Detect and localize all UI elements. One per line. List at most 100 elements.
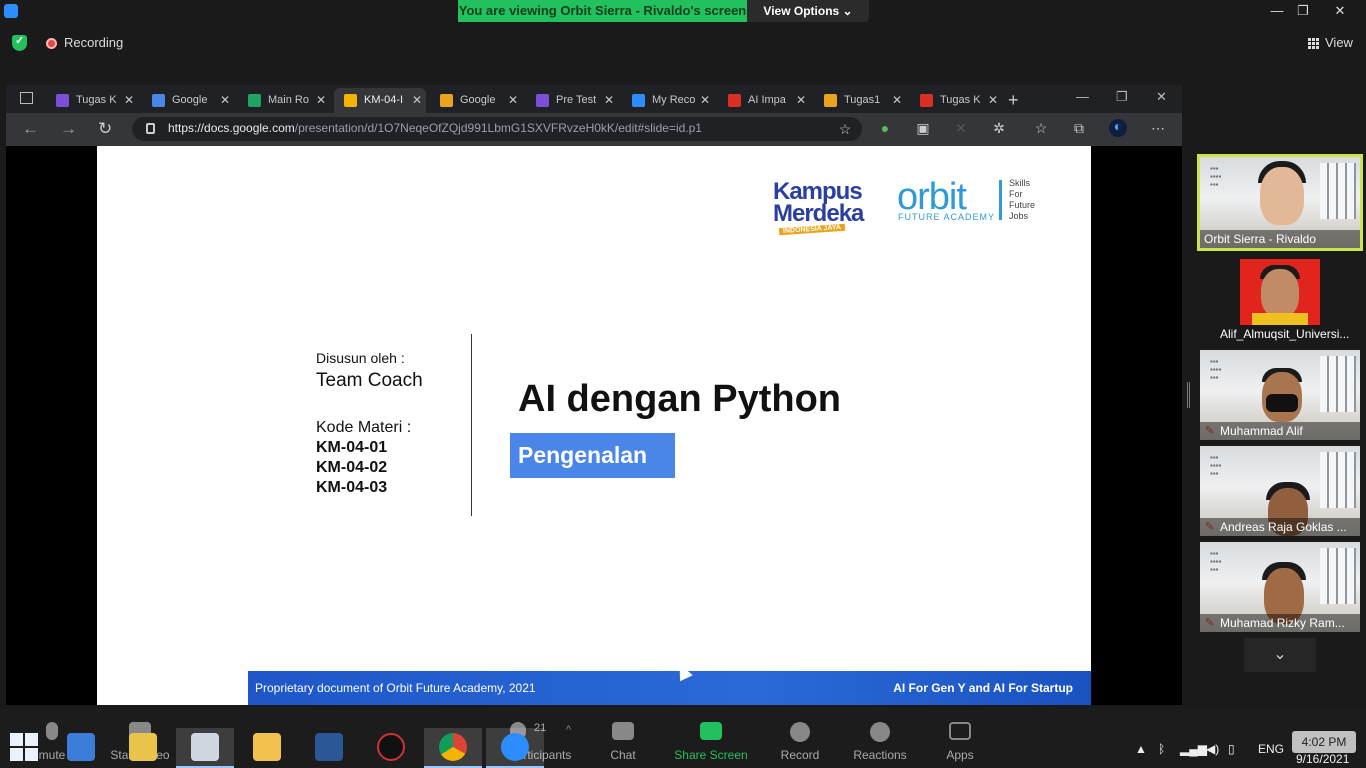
slide-subtitle: Pengenalan <box>510 433 675 478</box>
volume-icon[interactable]: ◀) <box>1206 742 1219 756</box>
apps-button[interactable]: Apps <box>920 708 1000 768</box>
participant-video[interactable]: ▪▪▪ ▪▪▪▪ ▪▪▪ ✎ Andreas Raja Goklas ... <box>1200 446 1360 536</box>
extension-icon[interactable]: ● <box>878 121 892 135</box>
chrome-icon <box>439 733 467 761</box>
participants-caret-icon[interactable]: ^ <box>566 724 571 736</box>
browser-tab[interactable]: Tugas K ✕ <box>910 88 1002 113</box>
tab-close-icon[interactable]: ✕ <box>700 88 710 113</box>
scroll-participants-down-button[interactable]: ⌄ <box>1244 638 1316 672</box>
tab-close-icon[interactable]: ✕ <box>796 88 806 113</box>
taskbar-app-monitor[interactable] <box>176 728 234 768</box>
taskbar-app-zoom[interactable] <box>486 728 544 768</box>
tab-close-icon[interactable]: ✕ <box>412 88 422 113</box>
maximize-button[interactable]: ❐ <box>1288 0 1318 22</box>
participant-face <box>1260 167 1304 225</box>
view-options-button[interactable]: View Options ⌄ <box>747 0 869 22</box>
refresh-icon[interactable]: ↻ <box>98 119 112 139</box>
tab-close-icon[interactable]: ✕ <box>508 88 518 113</box>
participant-video[interactable]: ✎ Alif_Almuqsit_Universi... <box>1200 259 1360 343</box>
tab-favicon-icon <box>728 94 741 107</box>
taskbar-app-chrome[interactable] <box>424 728 482 768</box>
slide-divider <box>471 334 472 516</box>
sidebar-resize-handle[interactable] <box>1187 382 1190 408</box>
orbit-skills-line: For <box>1009 189 1023 199</box>
tab-label: Main Ro <box>268 94 309 106</box>
bluetooth-icon[interactable]: ᛒ <box>1158 742 1165 756</box>
grid-view-icon[interactable] <box>1308 38 1319 49</box>
reactions-button[interactable]: Reactions <box>840 708 920 768</box>
browser-tab[interactable]: Google ✕ <box>142 88 234 113</box>
wall-logo: ▪▪▪ ▪▪▪▪ ▪▪▪ <box>1210 453 1222 478</box>
browser-tab[interactable]: Pre Test ✕ <box>526 88 618 113</box>
taskbar-app-computer[interactable] <box>52 728 110 768</box>
collections-tabs-icon[interactable]: ⧉ <box>1072 121 1086 135</box>
taskbar-app-files[interactable] <box>114 728 172 768</box>
tab-close-icon[interactable]: ✕ <box>220 88 230 113</box>
tab-close-icon[interactable]: ✕ <box>124 88 134 113</box>
tab-favicon-icon <box>440 94 453 107</box>
browser-tab[interactable]: My Reco ✕ <box>622 88 714 113</box>
participant-video[interactable]: ▪▪▪ ▪▪▪▪ ▪▪▪ ✎ Muhammad Alif <box>1200 350 1360 440</box>
tab-label: Google <box>460 94 496 106</box>
tab-close-icon[interactable]: ✕ <box>892 88 902 113</box>
browser-tab[interactable]: Main Ro ✕ <box>238 88 330 113</box>
taskbar-app-loader[interactable] <box>362 728 420 768</box>
browser-tab[interactable]: Google ✕ <box>430 88 522 113</box>
browser-minimize-button[interactable]: — <box>1076 89 1089 104</box>
view-button[interactable]: View <box>1325 35 1353 50</box>
new-tab-button[interactable]: + <box>1008 88 1019 112</box>
files-app-icon <box>129 733 157 761</box>
record-button[interactable]: Record <box>760 708 840 768</box>
collections-icon[interactable]: ▣ <box>916 121 930 135</box>
forward-arrow-icon[interactable]: → <box>60 119 77 139</box>
browser-tab[interactable]: Tugas K ✕ <box>46 88 138 113</box>
footer-left-text: Proprietary document of Orbit Future Aca… <box>255 681 536 695</box>
recording-label[interactable]: Recording <box>64 35 123 50</box>
chat-button[interactable]: Chat <box>583 708 663 768</box>
extensions-puzzle-icon[interactable]: ✲ <box>992 121 1006 135</box>
participant-video[interactable]: ▪▪▪ ▪▪▪▪ ▪▪▪ Orbit Sierra - Rivaldo <box>1197 154 1363 251</box>
participant-jacket <box>1252 313 1308 325</box>
security-shield-icon[interactable] <box>12 34 27 51</box>
window-decoration <box>1320 356 1356 412</box>
computer-app-icon <box>67 733 95 761</box>
shared-browser-window: Tugas K ✕ Google ✕ Main Ro ✕ KM-04-I ✕ Google ✕ Pr… <box>6 85 1182 705</box>
kode-materi-item: KM-04-01 <box>316 439 388 456</box>
clock-time[interactable]: 4:02 PM <box>1292 731 1356 753</box>
share-screen-button[interactable]: Share Screen <box>671 708 751 768</box>
profile-avatar[interactable]: ◐ <box>1109 119 1127 137</box>
tray-overflow-icon[interactable]: ▲ <box>1135 742 1147 756</box>
browser-close-button[interactable]: ✕ <box>1156 89 1167 105</box>
battery-icon[interactable]: ▯ <box>1228 742 1235 756</box>
more-options-icon[interactable]: ⋯ <box>1151 121 1165 135</box>
recording-dot-icon <box>46 38 57 49</box>
share-screen-label: Share Screen <box>674 748 748 762</box>
tab-close-icon[interactable]: ✕ <box>604 88 614 113</box>
favorites-icon[interactable]: ☆ <box>1034 121 1048 135</box>
close-button[interactable]: ✕ <box>1325 0 1355 22</box>
signal-icon[interactable]: ▂▄▆ <box>1180 742 1207 756</box>
browser-tab[interactable]: Tugas1 ✕ <box>814 88 906 113</box>
tab-actions-icon[interactable] <box>20 92 33 104</box>
language-indicator[interactable]: ENG <box>1258 742 1284 756</box>
participant-video[interactable]: ▪▪▪ ▪▪▪▪ ▪▪▪ ✎ Muhamad Rizky Ram... <box>1200 542 1360 632</box>
taskbar-app-explorer[interactable] <box>238 728 296 768</box>
tab-favicon-icon <box>152 94 165 107</box>
browser-restore-button[interactable]: ❐ <box>1116 89 1128 105</box>
clock-date[interactable]: 9/16/2021 <box>1296 752 1349 766</box>
extension-disabled-icon[interactable]: ✕ <box>954 121 968 135</box>
add-favorite-icon[interactable]: ☆ <box>838 122 852 136</box>
browser-tab[interactable]: KM-04-I ✕ <box>334 88 426 113</box>
tab-close-icon[interactable]: ✕ <box>316 88 326 113</box>
taskbar-app-word[interactable] <box>300 728 358 768</box>
participant-name: Orbit Sierra - Rivaldo <box>1200 230 1360 248</box>
browser-tab[interactable]: AI Impa ✕ <box>718 88 810 113</box>
participant-name: Muhammad Alif <box>1200 422 1360 440</box>
address-bar[interactable]: https://docs.google.com/presentation/d/1… <box>132 117 862 141</box>
tab-label: Tugas K <box>940 94 981 106</box>
tab-close-icon[interactable]: ✕ <box>988 88 998 113</box>
wall-logo: ▪▪▪ ▪▪▪▪ ▪▪▪ <box>1210 164 1222 189</box>
windows-start-button[interactable] <box>10 733 40 763</box>
back-arrow-icon[interactable]: ← <box>22 119 39 139</box>
tab-label: My Reco <box>652 94 696 106</box>
